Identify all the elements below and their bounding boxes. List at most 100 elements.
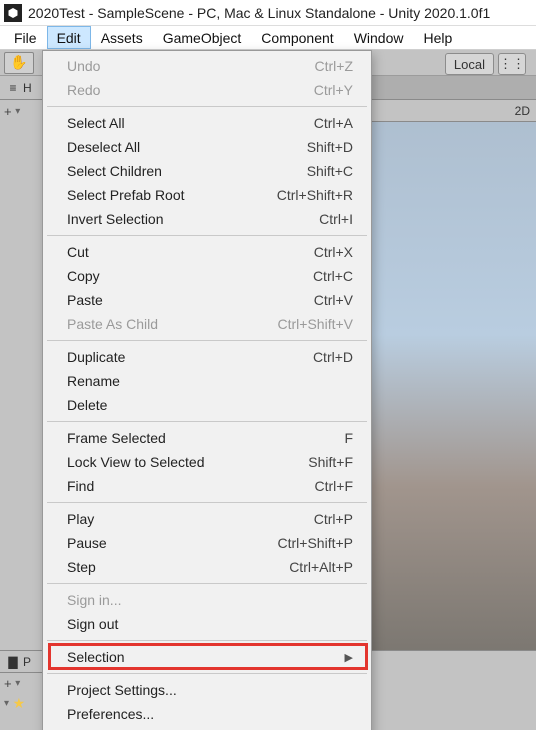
menu-item-selection[interactable]: Selection ▶	[45, 645, 369, 669]
menu-gameobject[interactable]: GameObject	[153, 26, 252, 49]
menu-item-shortcuts[interactable]: Shortcuts...	[45, 726, 369, 730]
hierarchy-panel: ≡ H + ▾	[0, 76, 46, 730]
menu-separator	[47, 583, 367, 584]
menubar: File Edit Assets GameObject Component Wi…	[0, 26, 536, 50]
menu-item-label: Project Settings...	[67, 682, 177, 698]
menu-item-shortcut: Ctrl+Shift+P	[278, 535, 353, 551]
hierarchy-tab-label: H	[23, 81, 32, 95]
menu-item-paste-as-child: Paste As Child Ctrl+Shift+V	[45, 312, 369, 336]
list-icon: ≡	[6, 81, 20, 95]
menu-item-shortcut: Ctrl+Alt+P	[289, 559, 353, 575]
menu-item-play[interactable]: PlayCtrl+P	[45, 507, 369, 531]
menu-item-label: Undo	[67, 58, 100, 74]
menu-item-sign-in: Sign in...	[45, 588, 369, 612]
project-tab[interactable]: ▇ P	[0, 651, 46, 673]
menu-item-label: Paste As Child	[67, 316, 158, 332]
menu-item-label: Lock View to Selected	[67, 454, 205, 470]
chevron-down-icon: ▾	[15, 678, 20, 689]
menu-item-undo: UndoCtrl+Z	[45, 54, 369, 78]
menu-item-shortcut: Ctrl+Shift+V	[278, 316, 353, 332]
menu-item-label: Selection	[67, 649, 125, 665]
menu-item-deselect-all[interactable]: Deselect All Shift+D	[45, 135, 369, 159]
menu-item-select-prefab-root[interactable]: Select Prefab Root Ctrl+Shift+R	[45, 183, 369, 207]
menu-item-find[interactable]: Find Ctrl+F	[45, 474, 369, 498]
menu-item-shortcut: Ctrl+Shift+R	[277, 187, 353, 203]
menu-item-label: Duplicate	[67, 349, 125, 365]
menu-item-shortcut: Ctrl+X	[314, 244, 353, 260]
menu-assets[interactable]: Assets	[91, 26, 153, 49]
menu-item-shortcut: Shift+F	[308, 454, 353, 470]
snap-button[interactable]: ⋮⋮	[498, 53, 526, 75]
chevron-right-icon: ▶	[345, 651, 353, 664]
menu-item-shortcut: Ctrl+Y	[314, 82, 353, 98]
menu-item-label: Sign out	[67, 616, 118, 632]
menu-item-select-children[interactable]: Select Children Shift+C	[45, 159, 369, 183]
menu-item-pause[interactable]: Pause Ctrl+Shift+P	[45, 531, 369, 555]
menu-item-shortcut: Ctrl+F	[315, 478, 354, 494]
menu-item-lock-view-to-selected[interactable]: Lock View to Selected Shift+F	[45, 450, 369, 474]
menu-item-label: Redo	[67, 82, 100, 98]
hand-tool-button[interactable]: ✋	[4, 52, 34, 74]
toolbar-right-cluster: Local ⋮⋮	[445, 52, 526, 76]
menu-item-frame-selected[interactable]: Frame Selected F	[45, 426, 369, 450]
menu-item-redo: Redo Ctrl+Y	[45, 78, 369, 102]
menu-item-delete[interactable]: Delete	[45, 393, 369, 417]
2d-toggle[interactable]: 2D	[515, 104, 530, 118]
chevron-down-icon: ▾	[15, 106, 20, 117]
menu-item-label: Select All	[67, 115, 125, 131]
menu-item-shortcut: Ctrl+C	[313, 268, 353, 284]
menu-separator	[47, 673, 367, 674]
menu-item-sign-out[interactable]: Sign out	[45, 612, 369, 636]
menu-item-label: Play	[67, 511, 94, 527]
menu-separator	[47, 502, 367, 503]
add-row[interactable]: + ▾	[0, 100, 45, 122]
menu-item-duplicate[interactable]: DuplicateCtrl+D	[45, 345, 369, 369]
menu-item-label: Delete	[67, 397, 107, 413]
menu-item-project-settings[interactable]: Project Settings...	[45, 678, 369, 702]
menu-item-label: Frame Selected	[67, 430, 166, 446]
hand-icon: ✋	[12, 54, 26, 71]
project-tab-label: P	[23, 655, 31, 669]
menu-help[interactable]: Help	[413, 26, 462, 49]
menu-item-rename[interactable]: Rename	[45, 369, 369, 393]
menu-item-label: Select Children	[67, 163, 162, 179]
local-global-toggle[interactable]: Local	[445, 53, 494, 75]
menu-item-shortcut: F	[344, 430, 353, 446]
menu-item-label: Copy	[67, 268, 100, 284]
grid-snap-icon: ⋮⋮	[505, 56, 519, 72]
menu-item-label: Invert Selection	[67, 211, 164, 227]
menu-edit[interactable]: Edit	[47, 26, 91, 49]
menu-item-shortcut: Shift+D	[307, 139, 353, 155]
menu-item-label: Select Prefab Root	[67, 187, 185, 203]
star-icon: ★	[13, 695, 26, 712]
menu-component[interactable]: Component	[251, 26, 343, 49]
plus-icon: +	[4, 676, 12, 691]
unity-editor-window: 2020Test - SampleScene - PC, Mac & Linux…	[0, 0, 536, 730]
menu-item-shortcut: Ctrl+I	[319, 211, 353, 227]
titlebar: 2020Test - SampleScene - PC, Mac & Linux…	[0, 0, 536, 26]
menu-item-cut[interactable]: Cut Ctrl+X	[45, 240, 369, 264]
menu-item-step[interactable]: Step Ctrl+Alt+P	[45, 555, 369, 579]
menu-item-label: Preferences...	[67, 706, 154, 722]
menu-separator	[47, 640, 367, 641]
menu-item-label: Cut	[67, 244, 89, 260]
plus-icon: +	[4, 104, 12, 119]
menu-item-select-all[interactable]: Select AllCtrl+A	[45, 111, 369, 135]
menu-window[interactable]: Window	[344, 26, 414, 49]
menu-item-paste[interactable]: Paste Ctrl+V	[45, 288, 369, 312]
menu-item-label: Pause	[67, 535, 107, 551]
menu-file[interactable]: File	[4, 26, 47, 49]
menu-item-label: Find	[67, 478, 94, 494]
menu-item-label: Deselect All	[67, 139, 140, 155]
menu-separator	[47, 106, 367, 107]
menu-item-copy[interactable]: Copy Ctrl+C	[45, 264, 369, 288]
menu-item-shortcut: Shift+C	[307, 163, 353, 179]
folder-icon: ▇	[6, 655, 20, 669]
menu-item-preferences[interactable]: Preferences...	[45, 702, 369, 726]
menu-item-shortcut: Ctrl+V	[314, 292, 353, 308]
menu-item-invert-selection[interactable]: Invert Selection Ctrl+I	[45, 207, 369, 231]
unity-logo-icon	[4, 4, 22, 22]
menu-item-label: Step	[67, 559, 96, 575]
hierarchy-tab[interactable]: ≡ H	[0, 76, 45, 100]
menu-item-label: Paste	[67, 292, 103, 308]
